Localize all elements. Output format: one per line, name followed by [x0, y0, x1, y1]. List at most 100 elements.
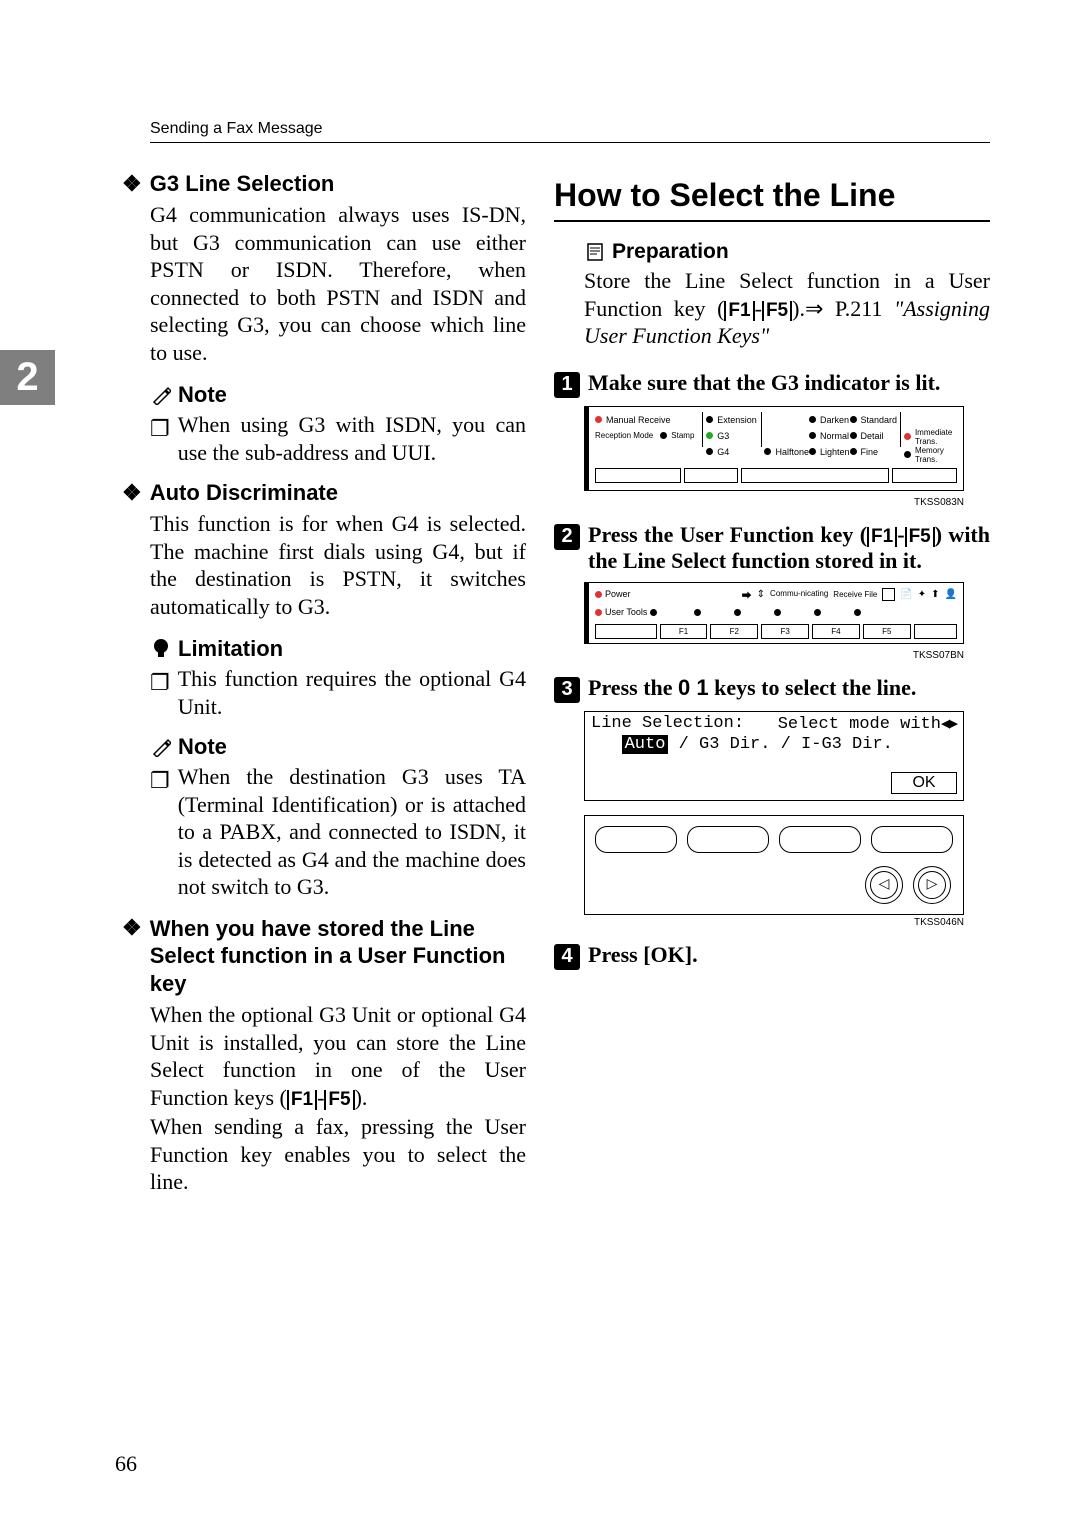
key-f1: F1 [724, 301, 754, 321]
lcd-display: Line Selection: Select mode with◀▶ Auto … [584, 711, 964, 801]
preparation-title: Preparation [612, 240, 729, 264]
updown-icon: ⇕ [757, 589, 765, 600]
right-button[interactable]: ▷ [913, 866, 951, 904]
note-block: Note ❐ When using G3 with ISDN, you can … [150, 382, 526, 466]
page-header: Sending a Fax Message [150, 120, 990, 143]
led-icon [850, 432, 857, 439]
item-body: This function is for when G4 is selected… [150, 510, 526, 620]
step-number-icon: 2 [554, 524, 580, 550]
bullet-icon: ❐ [150, 415, 170, 466]
led-icon [706, 448, 713, 455]
led-icon [809, 416, 816, 423]
figure-caption: TKSS083N [584, 497, 964, 508]
transmit-icon: ⮕ [742, 587, 752, 602]
led-icon [854, 609, 861, 616]
soft-button[interactable] [687, 826, 769, 853]
step-text: Press [OK]. [588, 942, 990, 968]
soft-button[interactable] [871, 826, 953, 853]
step-2: 2 Press the User Function key (F1-F5) wi… [554, 522, 990, 661]
right-arrow-icon: ▷ [918, 871, 946, 899]
led-icon [814, 609, 821, 616]
limitation-icon [150, 638, 172, 660]
button-panel: ◁ ▷ [584, 815, 964, 915]
panel-figure-1: Manual Receive Reception ModeStamp Exten… [584, 406, 990, 491]
led-icon [595, 416, 602, 423]
key-f1: F1 [867, 527, 897, 547]
step-text: Press the 0 1 keys to select the line. [588, 675, 990, 701]
led-icon [595, 609, 602, 616]
led-icon [774, 609, 781, 616]
ok-button[interactable]: OK [891, 772, 957, 794]
led-icon [734, 609, 741, 616]
step-number-icon: 1 [554, 372, 580, 398]
right-column: How to Select the Line Preparation Store… [554, 171, 990, 1212]
led-icon [850, 416, 857, 423]
person-icon: 👤 [945, 589, 957, 600]
limitation-title: Limitation [178, 636, 283, 662]
soft-button[interactable] [595, 826, 677, 853]
left-column: ❖ G3 Line Selection G4 communication alw… [90, 171, 526, 1212]
led-icon [904, 451, 911, 458]
led-icon [809, 432, 816, 439]
item-title: Auto Discriminate [150, 480, 338, 506]
item-title: G3 Line Selection [150, 171, 335, 197]
diamond-icon: ❖ [122, 480, 142, 506]
led-icon [706, 432, 713, 439]
diamond-icon: ❖ [122, 171, 142, 197]
diamond-icon: ❖ [122, 915, 142, 941]
page-number: 66 [115, 1451, 137, 1477]
note-text: When using G3 with ISDN, you can use the… [178, 411, 526, 466]
figure-caption: TKSS07BN [584, 650, 964, 661]
led-icon [706, 416, 713, 423]
key-f5: F5 [905, 527, 935, 547]
note-block: Note ❐ When the destination G3 uses TA (… [150, 734, 526, 901]
led-icon [764, 448, 771, 455]
section-title: How to Select the Line [554, 177, 990, 222]
step-1: 1 Make sure that the G3 indicator is lit… [554, 370, 990, 508]
step-4: 4 Press [OK]. [554, 942, 990, 970]
led-icon [904, 433, 911, 440]
figure-caption: TKSS046N [584, 917, 964, 928]
led-icon [650, 609, 657, 616]
item-g3-line-selection: ❖ G3 Line Selection G4 communication alw… [150, 171, 526, 366]
note-icon [150, 736, 172, 758]
led-icon [809, 448, 816, 455]
selected-option: Auto [622, 735, 669, 754]
upload-icon: ⬆ [931, 589, 939, 600]
preparation-block: Preparation Store the Line Select functi… [584, 240, 990, 350]
soft-button[interactable] [779, 826, 861, 853]
led-icon [660, 432, 667, 439]
step-3: 3 Press the 0 1 keys to select the line.… [554, 675, 990, 928]
bullet-icon: ❐ [150, 669, 170, 720]
item-stored-line-select: ❖ When you have stored the Line Select f… [150, 915, 526, 1196]
item-body: G4 communication always uses IS-DN, but … [150, 201, 526, 366]
left-button[interactable]: ◁ [865, 866, 903, 904]
section-tab: 2 [0, 350, 55, 405]
note-text: When the destination G3 uses TA (Termina… [178, 763, 526, 901]
left-arrow-icon: ◁ [870, 871, 898, 899]
spark-icon: ✦ [918, 589, 926, 600]
step-text: Press the User Function key (F1-F5) with… [588, 522, 990, 574]
key-f5: F5 [762, 301, 792, 321]
led-icon [694, 609, 701, 616]
item-body: When the optional G3 Unit or optional G4… [150, 1001, 526, 1111]
left-right-arrow-icon: ◀▶ [941, 716, 957, 733]
panel-figure-2: Power ⮕ ⇕ Commu-nicating Receive File 📄 … [584, 582, 990, 644]
doc-icon: 📄 [900, 589, 912, 600]
note-icon [150, 384, 172, 406]
item-body-2: When sending a fax, pressing the User Fu… [150, 1113, 526, 1196]
bullet-icon: ❐ [150, 767, 170, 901]
key-f1: F1 [287, 1090, 317, 1110]
key-f5: F5 [324, 1090, 354, 1110]
item-auto-discriminate: ❖ Auto Discriminate This function is for… [150, 480, 526, 620]
led-icon [595, 591, 602, 598]
step-number-icon: 3 [554, 677, 580, 703]
grid-icon [882, 588, 895, 601]
preparation-icon [584, 241, 606, 263]
led-icon [850, 448, 857, 455]
item-title: When you have stored the Line Select fun… [150, 915, 526, 998]
note-title: Note [178, 734, 227, 760]
limitation-block: Limitation ❐ This function requires the … [150, 636, 526, 720]
step-text: Make sure that the G3 indicator is lit. [588, 370, 990, 396]
step-number-icon: 4 [554, 944, 580, 970]
